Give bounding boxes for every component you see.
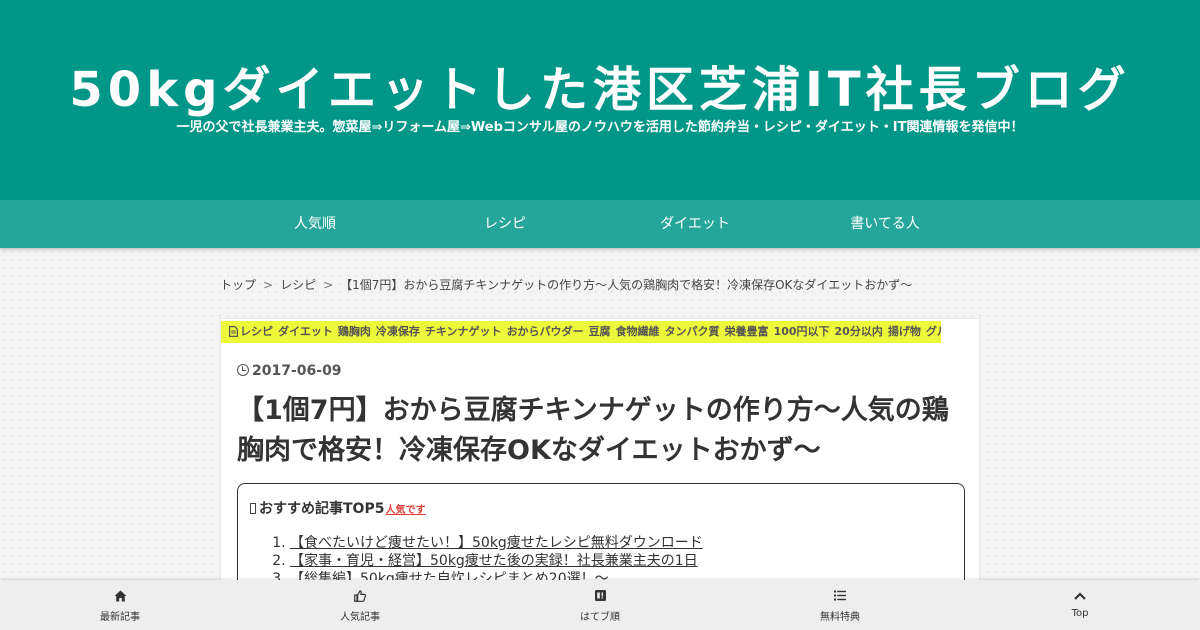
breadcrumb-current: 【1個7円】おから豆腐チキンナゲットの作り方～人気の鶏胸肉で格安！冷凍保存OKな… [340, 278, 913, 292]
site-title[interactable]: 50kgダイエットした港区芝浦IT社長ブログ [0, 58, 1200, 122]
nav-item-recipe[interactable]: レシピ [410, 200, 600, 248]
category-tag[interactable]: 100円以下 [774, 325, 830, 338]
nav-item-popular[interactable]: 人気順 [220, 200, 410, 248]
bottom-nav-label: Top [1071, 608, 1089, 619]
category-tag[interactable]: 揚げ物 [888, 325, 921, 338]
category-tag[interactable]: レシピ [240, 325, 273, 338]
hatena-bookmark-icon [594, 590, 606, 601]
breadcrumb-category[interactable]: レシピ [280, 278, 316, 292]
chevron-up-icon [1074, 591, 1086, 600]
breadcrumb-home[interactable]: トップ [220, 278, 256, 292]
post-title: 【1個7円】おから豆腐チキンナゲットの作り方～人気の鶏胸肉で格安！冷凍保存OKな… [237, 395, 949, 466]
category-bar: レシピ ダイエット 鶏胸肉 冷凍保存 チキンナゲット おからパウダー 豆腐 食物繊維 タンパク質… [221, 321, 941, 343]
thumbs-up-icon [354, 589, 366, 602]
popular-badge: 人気です [385, 505, 426, 516]
category-tag[interactable]: おからパウダー [507, 325, 584, 338]
article-card: レシピ ダイエット 鶏胸肉 冷凍保存 チキンナゲット おからパウダー 豆腐 食物繊維 タンパク質… [220, 318, 980, 630]
list-item: 【家事・育児・経営】50kg痩せた後の実録！社長兼業主夫の1日 [290, 552, 952, 570]
breadcrumb: トップ > レシピ > 【1個7円】おから豆腐チキンナゲットの作り方～人気の鶏胸肉で格安… [220, 276, 980, 293]
category-tag[interactable]: チキンナゲット [425, 325, 502, 338]
recommended-link-1[interactable]: 【食べたいけど痩せたい！】50kg痩せたレシピ無料ダウンロード [290, 535, 703, 551]
bottom-nav-hatena[interactable]: はてブ順 [480, 580, 720, 630]
square-icon [250, 503, 256, 514]
category-tag[interactable]: 食物繊維 [616, 325, 660, 338]
bottom-nav-free-gift[interactable]: 無料特典 [720, 580, 960, 630]
bottom-nav-popular[interactable]: 人気記事 [240, 580, 480, 630]
site-tagline: 一児の父で社長兼業主夫。惣菜屋⇒リフォーム屋⇒Webコンサル屋のノウハウを活用し… [176, 120, 1024, 135]
category-tag[interactable]: 鶏胸肉 [338, 325, 371, 338]
nav-item-author[interactable]: 書いてる人 [790, 200, 980, 248]
bottom-nav-bar: 最新記事 人気記事 はてブ順 無料特典 Top [0, 580, 1200, 630]
recommended-link-2[interactable]: 【家事・育児・経営】50kg痩せた後の実録！社長兼業主夫の1日 [290, 553, 698, 569]
category-tag[interactable]: 冷凍保存 [376, 325, 420, 338]
category-tag[interactable]: 20分以内 [835, 325, 883, 338]
category-tag[interactable]: タンパク質 [665, 325, 720, 338]
list-item: 【食べたいけど痩せたい！】50kg痩せたレシピ無料ダウンロード [290, 534, 952, 552]
category-tag[interactable]: 栄養豊富 [725, 325, 769, 338]
bottom-nav-label: 人気記事 [340, 612, 380, 623]
bottom-nav-top[interactable]: Top [960, 580, 1200, 630]
bottom-nav-label: 無料特典 [820, 612, 860, 623]
bottom-nav-latest[interactable]: 最新記事 [0, 580, 240, 630]
list-icon [834, 590, 846, 601]
recommended-heading: おすすめ記事TOP5人気です [250, 498, 952, 518]
category-tag[interactable]: 豆腐 [589, 325, 611, 338]
post-date-text: 2017-06-09 [252, 363, 342, 379]
document-icon [229, 325, 238, 337]
post-date: 2017-06-09 [237, 363, 342, 379]
breadcrumb-separator: > [263, 278, 274, 292]
global-nav: 人気順 レシピ ダイエット 書いてる人 [0, 200, 1200, 248]
home-icon [114, 590, 126, 601]
bottom-nav-label: はてブ順 [580, 612, 620, 623]
category-tag[interactable]: ダイエット [278, 325, 333, 338]
nav-item-diet[interactable]: ダイエット [600, 200, 790, 248]
recommended-heading-text: おすすめ記事TOP5 [259, 501, 385, 517]
category-tag[interactable]: グルメ [926, 325, 941, 338]
breadcrumb-separator: > [323, 278, 334, 292]
site-header: 50kgダイエットした港区芝浦IT社長ブログ 一児の父で社長兼業主夫。惣菜屋⇒リ… [0, 0, 1200, 200]
bottom-nav-label: 最新記事 [100, 612, 140, 623]
clock-icon [237, 364, 249, 376]
